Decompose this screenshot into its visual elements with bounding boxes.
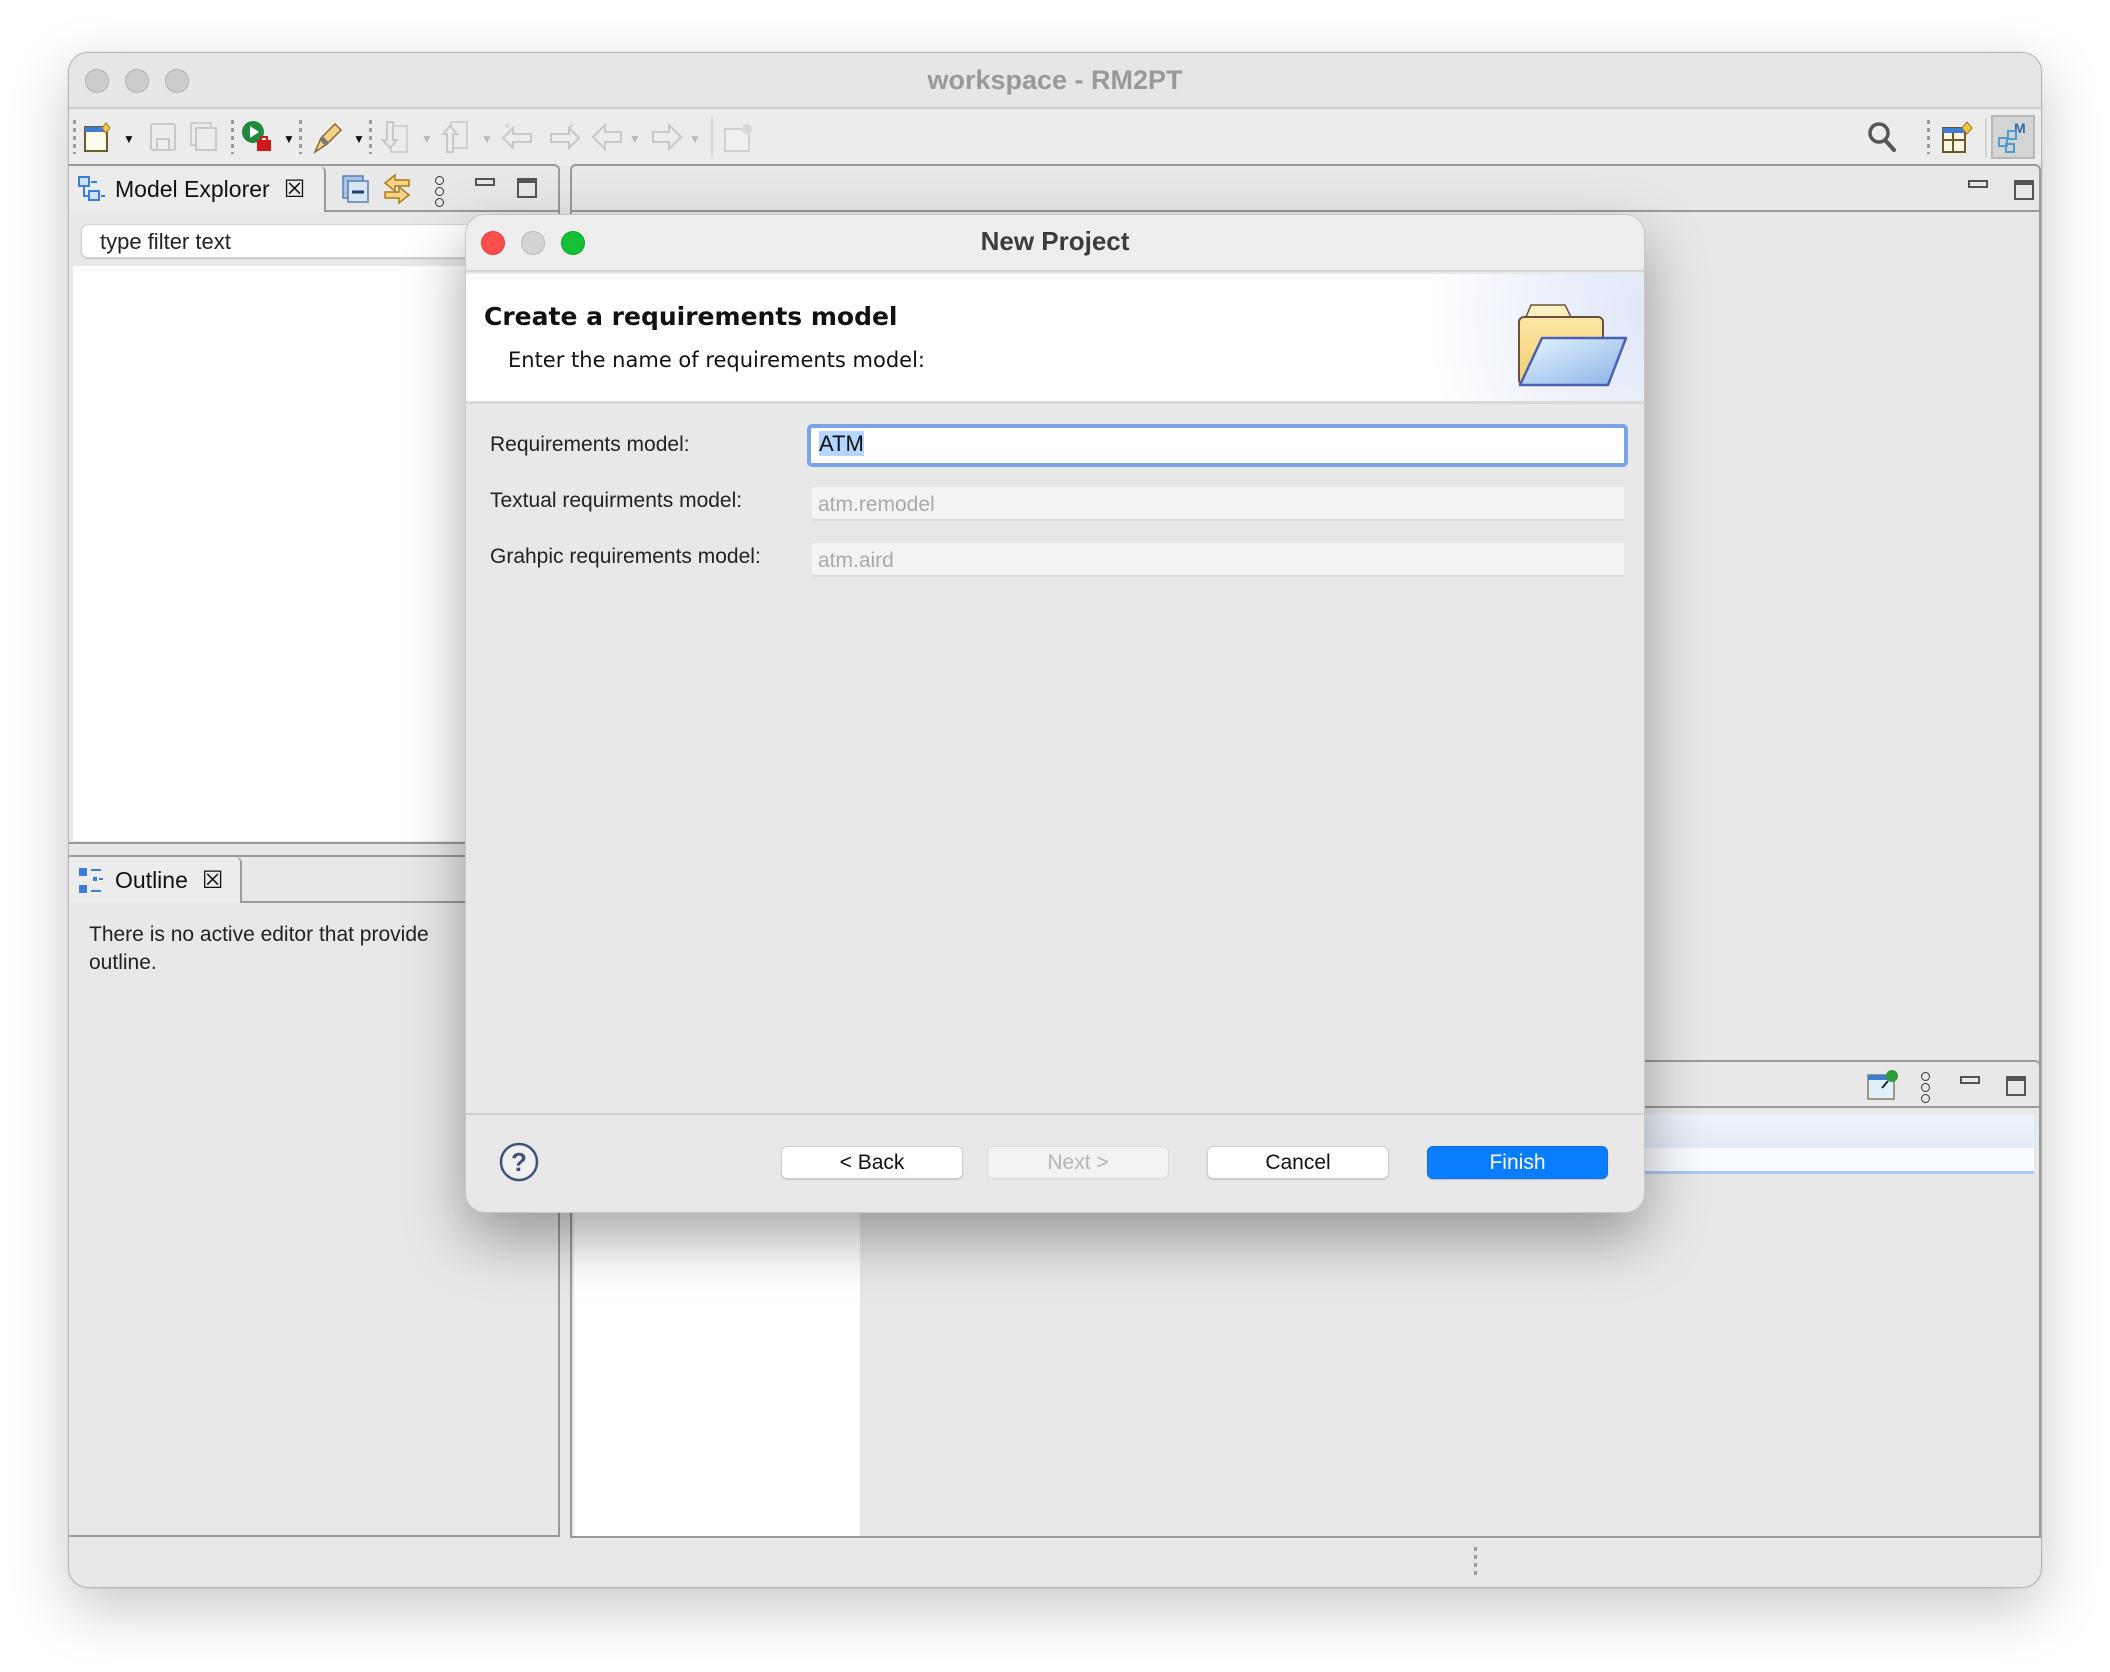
graphic-model-label: Grahpic requirements model: bbox=[490, 545, 761, 568]
graphic-model-field: atm.aird bbox=[812, 543, 1624, 577]
view-menu-icon[interactable] bbox=[435, 176, 445, 207]
collapse-all-icon[interactable] bbox=[341, 172, 371, 206]
open-perspective-icon[interactable] bbox=[1941, 120, 1973, 154]
pin-editor-icon[interactable] bbox=[723, 120, 753, 154]
view-menu-icon[interactable] bbox=[1921, 1072, 1931, 1103]
window-title: workspace - RM2PT bbox=[927, 65, 1183, 95]
folder-icon bbox=[1516, 303, 1631, 388]
model-explorer-tabbar: Model Explorer ☒ bbox=[69, 166, 558, 212]
forward-dropdown[interactable]: ▼ bbox=[689, 132, 701, 146]
toolbar-grip[interactable] bbox=[1927, 120, 1930, 154]
toolbar-separator bbox=[1985, 118, 1987, 158]
svg-text:*: * bbox=[505, 122, 510, 135]
last-edit-location-icon[interactable]: * bbox=[501, 120, 535, 154]
maximize-view-icon[interactable] bbox=[2006, 1076, 2026, 1096]
next-annotation-dropdown[interactable]: ▼ bbox=[421, 132, 433, 146]
dialog-titlebar: New Project bbox=[466, 215, 1644, 272]
cancel-button[interactable]: Cancel bbox=[1207, 1146, 1389, 1179]
wizard-page-title: Create a requirements model bbox=[484, 302, 898, 331]
tab-label: Model Explorer bbox=[115, 175, 270, 202]
tab-label: Outline bbox=[115, 866, 188, 893]
minimize-view-icon[interactable] bbox=[475, 178, 495, 186]
tab-outline[interactable]: Outline ☒ bbox=[69, 857, 242, 903]
modeling-perspective-icon: M bbox=[1998, 120, 2026, 153]
minimize-view-icon[interactable] bbox=[1960, 1076, 1980, 1084]
toolbar-separator bbox=[711, 118, 713, 158]
toolbar-grip[interactable] bbox=[231, 120, 234, 154]
next-button[interactable]: Next > bbox=[987, 1146, 1169, 1179]
toolbar-grip[interactable] bbox=[299, 120, 302, 154]
save-all-icon[interactable] bbox=[189, 120, 219, 154]
model-explorer-icon bbox=[78, 176, 105, 201]
next-annotation-icon[interactable] bbox=[381, 120, 411, 154]
run-icon[interactable] bbox=[241, 120, 275, 154]
requirements-model-input[interactable]: ATM bbox=[807, 424, 1628, 467]
run-dropdown-arrow[interactable]: ▼ bbox=[283, 132, 295, 146]
footer-separator bbox=[466, 1113, 1644, 1115]
wizard-page-description: Enter the name of requirements model: bbox=[508, 348, 925, 372]
pen-dropdown-arrow[interactable]: ▼ bbox=[353, 132, 365, 146]
textual-model-field: atm.remodel bbox=[812, 487, 1624, 521]
main-toolbar: ▼ ▼ ▼ ▼ ▼ * * ▼ ▼ M bbox=[69, 110, 2041, 165]
close-tab-icon[interactable]: ☒ bbox=[202, 866, 224, 895]
save-icon[interactable] bbox=[149, 120, 177, 154]
bottom-panel-content bbox=[574, 1174, 860, 1536]
forward-edit-icon[interactable]: * bbox=[547, 120, 581, 154]
selected-text: ATM bbox=[819, 431, 864, 456]
link-with-editor-icon[interactable] bbox=[381, 172, 413, 206]
forward-icon[interactable] bbox=[651, 120, 683, 154]
filter-placeholder: type filter text bbox=[100, 229, 231, 254]
previous-annotation-icon[interactable] bbox=[441, 120, 471, 154]
help-button[interactable]: ? bbox=[499, 1142, 539, 1182]
back-icon[interactable] bbox=[591, 120, 623, 154]
previous-annotation-dropdown[interactable]: ▼ bbox=[481, 132, 493, 146]
dialog-title: New Project bbox=[980, 226, 1130, 256]
status-bar-grip[interactable] bbox=[1474, 1547, 1477, 1577]
window-titlebar: workspace - RM2PT bbox=[69, 53, 2041, 109]
pin-view-icon[interactable] bbox=[1866, 1068, 1900, 1102]
pen-tool-icon[interactable] bbox=[311, 120, 345, 154]
toolbar-grip[interactable] bbox=[73, 120, 76, 154]
close-tab-icon[interactable]: ☒ bbox=[284, 175, 306, 204]
textual-model-label: Textual requirments model: bbox=[490, 489, 743, 512]
textual-model-value: atm.remodel bbox=[818, 493, 935, 516]
minimize-editor-icon[interactable] bbox=[1968, 180, 1988, 188]
editor-tabbar bbox=[572, 166, 2039, 212]
modeling-perspective-button[interactable]: M bbox=[1991, 115, 2035, 159]
help-icon: ? bbox=[499, 1142, 539, 1182]
finish-button[interactable]: Finish bbox=[1427, 1146, 1608, 1179]
new-dropdown-arrow[interactable]: ▼ bbox=[123, 132, 135, 146]
maximize-editor-icon[interactable] bbox=[2014, 180, 2034, 200]
graphic-model-value: atm.aird bbox=[818, 549, 894, 572]
outline-icon bbox=[79, 868, 103, 893]
back-dropdown[interactable]: ▼ bbox=[629, 132, 641, 146]
search-icon[interactable] bbox=[1866, 120, 1898, 154]
new-project-dialog: New Project Create a requirements model … bbox=[465, 214, 1645, 1213]
requirements-model-label: Requirements model: bbox=[490, 433, 690, 456]
back-button[interactable]: < Back bbox=[781, 1146, 963, 1179]
maximize-view-icon[interactable] bbox=[517, 178, 537, 198]
toolbar-grip[interactable] bbox=[369, 120, 372, 154]
new-wizard-icon[interactable] bbox=[83, 120, 113, 154]
tab-model-explorer[interactable]: Model Explorer ☒ bbox=[69, 166, 326, 212]
svg-text:*: * bbox=[569, 122, 574, 135]
svg-text:?: ? bbox=[511, 1147, 527, 1177]
wizard-banner: Create a requirements model Enter the na… bbox=[466, 274, 1644, 404]
